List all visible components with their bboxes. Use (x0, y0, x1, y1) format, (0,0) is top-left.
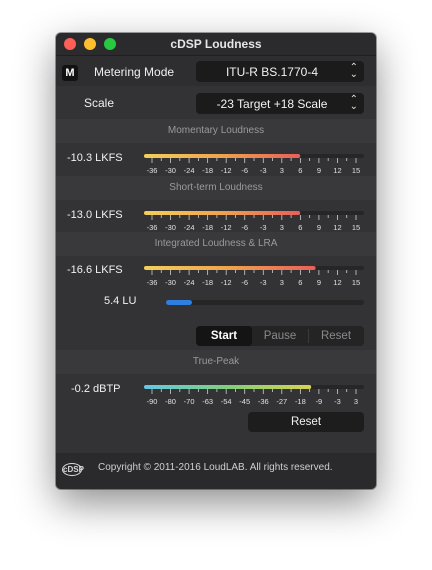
meter-tick-label: 6 (298, 166, 302, 175)
updown-chevron-icon: ⌃ ⌄ (349, 94, 358, 112)
meter-tick-label: 15 (352, 278, 360, 287)
meter-tick-label: 15 (352, 166, 360, 175)
meter-tick-label: -18 (202, 223, 213, 232)
shortterm-title: Short-term Loudness (169, 182, 263, 193)
metering-mode-label: Metering Mode (94, 65, 175, 79)
meter-tick-label: 12 (333, 166, 341, 175)
integrated-value: -16.6 LKFS (67, 264, 123, 276)
mode-badge[interactable]: M (62, 65, 78, 81)
meter-tick-label: 3 (280, 223, 284, 232)
app-window: cDSP Loudness M Metering Mode ITU-R BS.1… (56, 33, 376, 489)
transport-segmented-control: Start Pause Reset (196, 326, 364, 346)
truepeak-value: -0.2 dBTP (71, 383, 121, 395)
truepeak-reset-button[interactable]: Reset (248, 412, 364, 432)
meter-tick-label: -18 (202, 166, 213, 175)
meter-tick-label: -36 (147, 278, 158, 287)
meter-tick-label: 3 (280, 278, 284, 287)
start-button[interactable]: Start (196, 326, 252, 346)
meter-tick-label: -63 (202, 397, 213, 406)
lra-bar-track (166, 300, 364, 305)
scale-label: Scale (84, 96, 115, 110)
meter-tick-label: -3 (260, 223, 267, 232)
meter-level-bar (144, 211, 301, 215)
meter-tick-label: -45 (239, 397, 250, 406)
meter-tick-label: 9 (317, 278, 321, 287)
shortterm-value: -13.0 LKFS (67, 209, 123, 221)
meter-tick-label: -18 (295, 397, 306, 406)
meter-tick-label: -30 (165, 223, 176, 232)
lra-value: 5.4 LU (104, 295, 137, 307)
momentary-value: -10.3 LKFS (67, 152, 123, 164)
meter-tick-label: -3 (334, 397, 341, 406)
truepeak-title: True-Peak (192, 356, 240, 367)
meter-tick-label: 3 (280, 166, 284, 175)
title-bar: cDSP Loudness (56, 33, 376, 56)
meter-tick-label: -3 (260, 166, 267, 175)
meter-tick-label: -6 (241, 166, 248, 175)
meter-tick-label: -18 (202, 278, 213, 287)
pause-button[interactable]: Pause (252, 326, 308, 346)
meter-level-bar (144, 266, 316, 270)
momentary-meter: -36 -30 -24 -18 -12 -6 -3 3 6 9 12 15 (144, 154, 364, 175)
meter-tick-label: 3 (354, 397, 358, 406)
meter-tick-label: -54 (221, 397, 232, 406)
meter-tick-label: -36 (147, 223, 158, 232)
meter-tick-label: -12 (221, 166, 232, 175)
meter-tick-label: -12 (221, 278, 232, 287)
integrated-meter: -36 -30 -24 -18 -12 -6 -3 3 6 9 12 15 (144, 266, 364, 287)
integrated-reset-button[interactable]: Reset (308, 326, 364, 346)
window-title: cDSP Loudness (170, 37, 262, 51)
meter-tick-label: 15 (352, 223, 360, 232)
meter-tick-label: 6 (298, 223, 302, 232)
scale-select[interactable]: -23 Target +18 Scale ⌃ ⌄ (196, 93, 364, 114)
footer: cDSP Copyright © 2011-2016 LoudLAB. All … (56, 453, 376, 489)
truepeak-meter: -90 -80 -70 -63 -54 -45 -36 -27 -18 -9 -3 3 (144, 385, 364, 406)
meter-tick-label: 6 (298, 278, 302, 287)
meter-tick-label: -24 (184, 278, 195, 287)
meter-tick-label: 9 (317, 223, 321, 232)
cdsp-logo: cDSP (62, 463, 84, 476)
meter-tick-label: -24 (184, 166, 195, 175)
meter-tick-label: -6 (241, 223, 248, 232)
meter-tick-label: -12 (221, 223, 232, 232)
meter-tick-label: -36 (147, 166, 158, 175)
meter-tick-label: 12 (333, 278, 341, 287)
meter-tick-label: -27 (276, 397, 287, 406)
shortterm-meter: -36 -30 -24 -18 -12 -6 -3 3 6 9 12 15 (144, 211, 364, 232)
integrated-title: Integrated Loudness & LRA (154, 238, 278, 249)
meter-level-bar (144, 385, 312, 389)
meter-tick-label: -3 (260, 278, 267, 287)
meter-tick-label: -9 (316, 397, 323, 406)
momentary-title: Momentary Loudness (167, 125, 265, 136)
meter-tick-label: 9 (317, 166, 321, 175)
copyright-text: Copyright © 2011-2016 LoudLAB. All right… (98, 462, 333, 473)
updown-chevron-icon: ⌃ ⌄ (349, 62, 358, 80)
lra-bar-fill (166, 300, 192, 305)
meter-tick-label: -36 (258, 397, 269, 406)
scale-value: -23 Target +18 Scale (216, 97, 328, 111)
meter-tick-label: -90 (147, 397, 158, 406)
meter-tick-label: -80 (165, 397, 176, 406)
meter-level-bar (144, 154, 301, 158)
meter-tick-label: 12 (333, 223, 341, 232)
meter-tick-label: -6 (241, 278, 248, 287)
meter-tick-label: -30 (165, 278, 176, 287)
meter-tick-label: -70 (184, 397, 195, 406)
metering-mode-value: ITU-R BS.1770-4 (225, 65, 319, 79)
meter-tick-label: -30 (165, 166, 176, 175)
metering-mode-select[interactable]: ITU-R BS.1770-4 ⌃ ⌄ (196, 61, 364, 82)
meter-tick-label: -24 (184, 223, 195, 232)
